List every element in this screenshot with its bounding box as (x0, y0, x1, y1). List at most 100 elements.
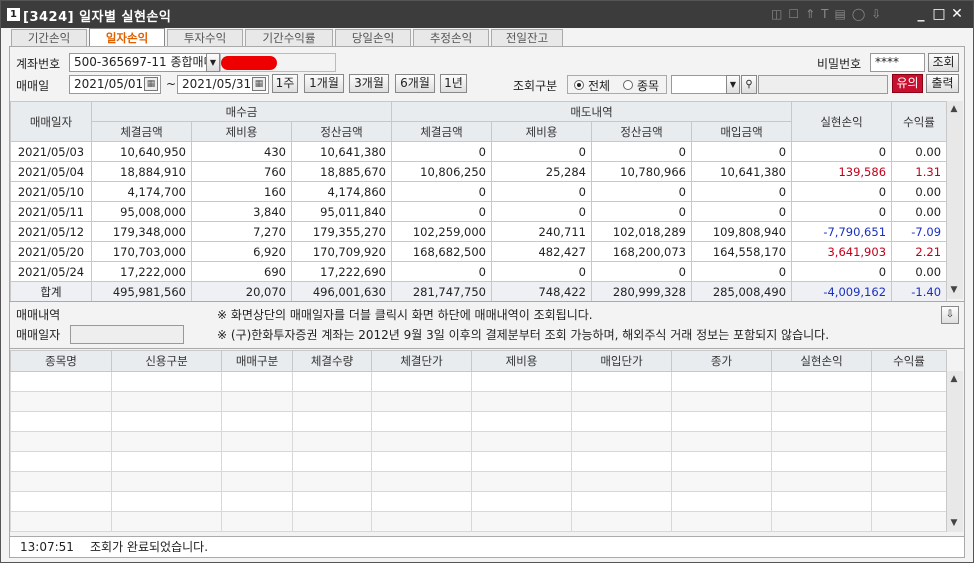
maximize-icon[interactable]: □ (931, 5, 947, 23)
detail-row[interactable] (10, 491, 947, 512)
table-row[interactable]: 2021/05/12 179,348,000 7,270 179,355,270 102… (10, 221, 948, 242)
tab-today-pnl[interactable]: 당일손익 (335, 29, 411, 47)
toolbar-icons[interactable]: ◫☐⇑T▤◯⇩ (771, 7, 887, 21)
password-input[interactable]: **** (870, 53, 925, 72)
col-trade-type: 매매구분 (221, 350, 293, 372)
calendar-icon[interactable]: ▦ (144, 77, 158, 91)
account-dropdown-icon[interactable]: ▼ (206, 53, 220, 72)
tab-estimated-pnl[interactable]: 추정손익 (413, 29, 489, 47)
detail-cell (10, 451, 112, 472)
query-button[interactable]: 조회 (928, 53, 959, 72)
window-number-icon[interactable]: 1 (7, 8, 20, 21)
cell-return-rate: 2.21 (891, 241, 948, 262)
range-3month-button[interactable]: 3개월 (349, 74, 389, 93)
detail-cell (292, 411, 372, 432)
cell-purchase-amount: 10,641,380 (690, 161, 793, 182)
cell-realized-pnl: 0 (791, 181, 893, 202)
cell-buy-exec-amount: 18,884,910 (91, 161, 192, 182)
range-1week-button[interactable]: 1주 (272, 74, 298, 93)
account-name-field (220, 53, 336, 72)
detail-row[interactable] (10, 371, 947, 392)
detail-cell (871, 371, 947, 392)
total-row: 합계 495,981,560 20,070 496,001,630 281,747,75… (10, 281, 948, 302)
tab-prev-day-balance[interactable]: 전일잔고 (491, 29, 563, 47)
detail-cell (111, 471, 222, 492)
detail-cell (871, 391, 947, 412)
detail-cell (771, 471, 872, 492)
detail-cell (371, 391, 472, 412)
range-6month-button[interactable]: 6개월 (395, 74, 435, 93)
scroll-up-icon[interactable]: ▲ (947, 372, 961, 386)
tab-investment-return[interactable]: 투자수익 (167, 29, 243, 47)
detail-cell (292, 491, 372, 512)
detail-row[interactable] (10, 431, 947, 452)
account-select[interactable]: 500-365697-11 종합매매 (69, 53, 207, 72)
detail-table-scrollbar[interactable]: ▲ ▼ (946, 371, 963, 532)
col-buy-group: 매수금 (91, 101, 392, 122)
detail-row[interactable] (10, 511, 947, 532)
print-button[interactable]: 출력 (926, 74, 959, 93)
cell-sell-settle-amount: 0 (591, 181, 692, 202)
stock-dropdown-icon[interactable]: ▼ (726, 75, 740, 94)
detail-cell (221, 431, 293, 452)
table-row[interactable]: 2021/05/03 10,640,950 430 10,641,380 0 0 0 0 0 0.… (10, 141, 948, 162)
col-buy-fees: 제비용 (191, 121, 292, 142)
scroll-down-icon[interactable]: ▼ (947, 283, 961, 297)
detail-cell (10, 431, 112, 452)
detail-cell (871, 511, 947, 532)
range-1month-button[interactable]: 1개월 (304, 74, 344, 93)
download-icon[interactable]: ⇩ (941, 306, 959, 324)
status-bar: 13:07:51 조회가 완료되었습니다. (9, 536, 965, 558)
col-buy-settle-amount: 정산금액 (291, 121, 392, 142)
detail-row[interactable] (10, 451, 947, 472)
cell-return-rate: 0.00 (891, 141, 948, 162)
detail-row[interactable] (10, 391, 947, 412)
notice-button[interactable]: 유의 (892, 74, 923, 93)
radio-stock[interactable] (623, 80, 633, 90)
table-row[interactable]: 2021/05/11 95,008,000 3,840 95,011,840 0 0 0 0 0… (10, 201, 948, 222)
detail-cell (771, 411, 872, 432)
scroll-up-icon[interactable]: ▲ (947, 102, 961, 116)
main-table-scrollbar[interactable]: ▲ ▼ (946, 101, 963, 299)
detail-cell (471, 431, 572, 452)
table-row[interactable]: 2021/05/04 18,884,910 760 18,885,670 10,806,… (10, 161, 948, 182)
range-1year-button[interactable]: 1년 (440, 74, 467, 93)
radio-stock-label: 종목 (637, 79, 660, 93)
stock-search-icon[interactable]: ⚲ (741, 75, 757, 94)
radio-all[interactable] (574, 80, 584, 90)
detail-cell (371, 371, 472, 392)
tab-daily-pnl[interactable]: 일자손익 (89, 28, 165, 48)
cell-sell-fees: 240,711 (491, 221, 592, 242)
detail-cell (221, 491, 293, 512)
tab-period-pnl[interactable]: 기간손익 (11, 29, 87, 47)
detail-row[interactable] (10, 411, 947, 432)
detail-cell (371, 471, 472, 492)
minimize-icon[interactable]: _ (913, 5, 929, 23)
detail-cell (111, 491, 222, 512)
detail-cell (571, 411, 672, 432)
calendar-icon[interactable]: ▦ (252, 77, 266, 91)
detail-cell (471, 411, 572, 432)
cell-sell-settle-amount: 168,200,073 (591, 241, 692, 262)
cell-buy-fees: 690 (191, 261, 292, 282)
table-row[interactable]: 2021/05/24 17,222,000 690 17,222,690 0 0 0 0 0 0.… (10, 261, 948, 282)
cell-trade-date: 2021/05/10 (10, 181, 92, 202)
cell-sell-settle-amount: 0 (591, 141, 692, 162)
close-icon[interactable]: ✕ (949, 5, 965, 23)
detail-row[interactable] (10, 471, 947, 492)
app-window: 1 [3424] 일자별 실현손익 ◫☐⇑T▤◯⇩ _ □ ✕ 기간손익 일자손… (0, 0, 974, 563)
stock-code-input[interactable] (671, 75, 729, 94)
notice-line-2: ※ (구)한화투자증권 계좌는 2012년 9월 3일 이후의 결제분부터 조회… (217, 328, 830, 342)
cell-buy-fees: 7,270 (191, 221, 292, 242)
scroll-down-icon[interactable]: ▼ (947, 516, 961, 530)
detail-cell (871, 411, 947, 432)
cell-purchase-amount: 0 (690, 201, 793, 222)
table-row[interactable]: 2021/05/20 170,703,000 6,920 170,709,920 168… (10, 241, 948, 262)
detail-cell (471, 471, 572, 492)
detail-cell (871, 431, 947, 452)
radio-all-label: 전체 (588, 79, 611, 93)
table-row[interactable]: 2021/05/10 4,174,700 160 4,174,860 0 0 0 0 0 0.00 (10, 181, 948, 202)
detail-cell (671, 411, 772, 432)
detail-cell (371, 491, 472, 512)
tab-period-return-rate[interactable]: 기간수익률 (245, 29, 333, 47)
